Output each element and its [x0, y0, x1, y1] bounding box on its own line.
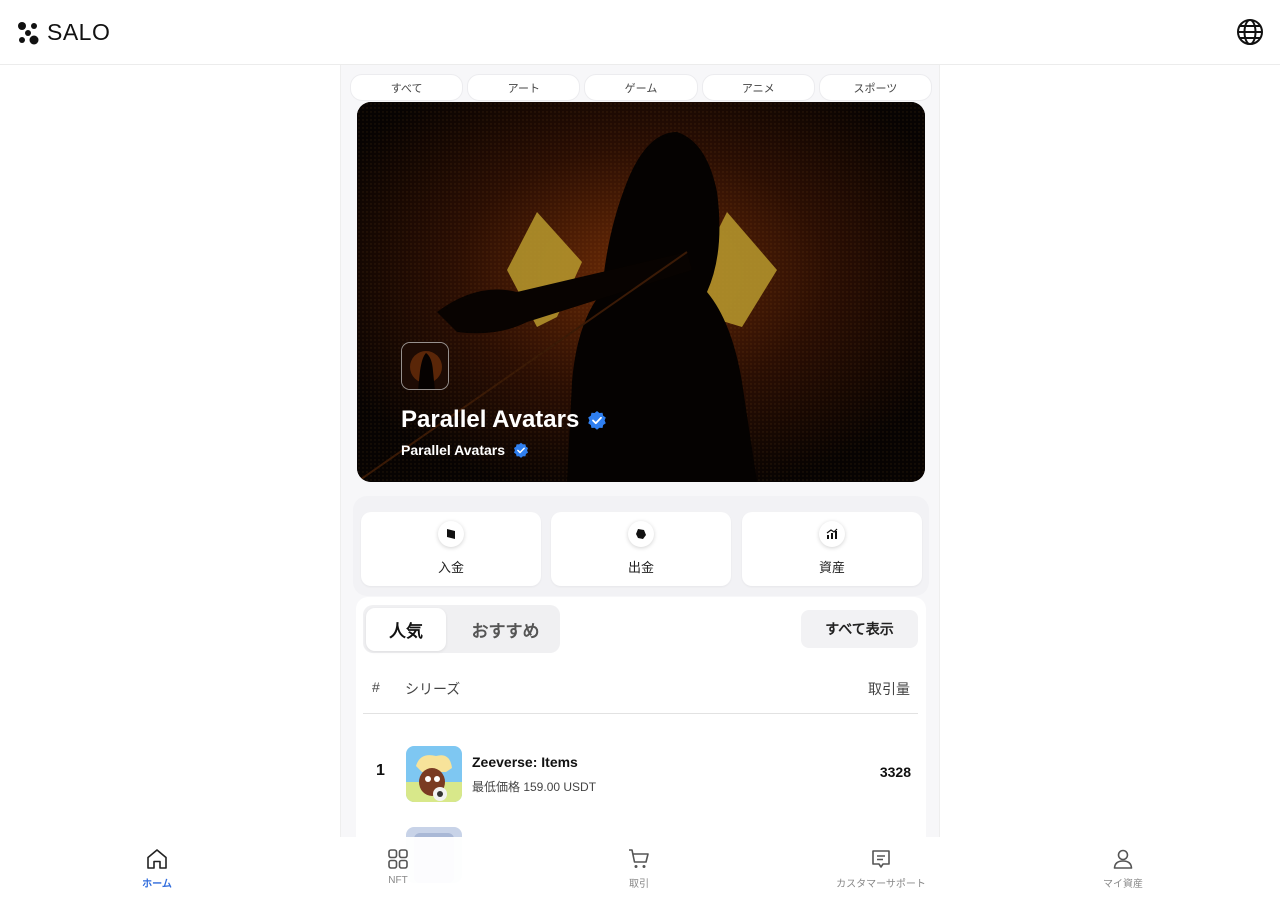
withdraw-label: 出金	[627, 560, 654, 575]
header-divider	[363, 713, 918, 714]
cart-icon	[629, 849, 649, 868]
deposit-icon	[438, 521, 464, 547]
deposit-label: 入金	[437, 560, 464, 575]
category-tab-art[interactable]: アート	[467, 74, 581, 101]
globe-icon[interactable]	[1235, 17, 1265, 47]
bottom-navigation: ホーム NFT 取引 カスタマーサポート マイ資産	[0, 837, 1280, 900]
nav-home[interactable]: ホーム	[77, 847, 237, 892]
top-header: SALO	[0, 0, 1280, 65]
nav-support-label: カスタマーサポート	[836, 879, 926, 890]
assets-button[interactable]: 資産	[742, 512, 922, 586]
assets-chart-icon	[819, 521, 845, 547]
category-tab-game[interactable]: ゲーム	[584, 74, 698, 101]
ranking-row[interactable]: 1 Zeeverse: Items 最低価格 159.00 USDT 3328	[356, 742, 926, 802]
featured-banner[interactable]: Parallel Avatars Parallel Avatars	[357, 102, 925, 482]
nav-support[interactable]: カスタマーサポート	[801, 847, 961, 892]
nav-home-label: ホーム	[142, 879, 172, 890]
creator-verified-badge-icon	[513, 442, 529, 458]
salo-logo[interactable]: SALO	[17, 19, 110, 46]
zeeverse-thumbnail-image	[406, 746, 462, 802]
creator-name: Parallel Avatars	[401, 442, 506, 458]
nav-my-assets-label: マイ資産	[1103, 879, 1143, 890]
view-all-button[interactable]: すべて表示	[801, 610, 918, 648]
nav-trade[interactable]: 取引	[559, 847, 719, 892]
assets-label: 資産	[818, 560, 845, 575]
tab-popular[interactable]: 人気	[366, 608, 446, 651]
chat-icon	[872, 850, 890, 868]
column-header-volume: 取引量	[868, 681, 910, 697]
home-icon	[147, 849, 167, 869]
nav-trade-label: 取引	[629, 879, 649, 890]
category-tab-anime[interactable]: アニメ	[701, 74, 815, 101]
withdraw-icon	[628, 521, 654, 547]
quick-actions: 入金 出金 資産	[353, 496, 929, 596]
collection-avatar[interactable]	[401, 342, 449, 390]
nav-nft-label: NFT	[388, 875, 408, 886]
row-thumbnail	[406, 746, 462, 802]
row-floor-price: 最低価格 159.00 USDT	[472, 780, 597, 794]
nav-nft[interactable]: NFT	[318, 847, 478, 892]
column-header-rank: #	[372, 679, 380, 695]
row-volume: 3328	[879, 764, 911, 780]
collection-avatar-image	[402, 343, 448, 389]
category-tab-sports[interactable]: スポーツ	[818, 74, 933, 101]
row-rank: 1	[376, 762, 385, 779]
row-series-name: Zeeverse: Items	[472, 754, 578, 770]
verified-badge-icon	[588, 411, 607, 430]
salo-logo-icon	[18, 21, 39, 44]
ranking-tab-switch: 人気 おすすめ	[363, 605, 560, 653]
collection-title: Parallel Avatars	[401, 406, 580, 433]
deposit-button[interactable]: 入金	[361, 512, 541, 586]
grid-icon	[388, 849, 408, 869]
main-column: すべて アート ゲーム アニメ スポーツ Parallel Avatars Pa…	[340, 65, 940, 917]
banner-title-row: Parallel Avatars	[401, 406, 607, 434]
category-tab-all[interactable]: すべて	[350, 74, 464, 101]
banner-creator-row[interactable]: Parallel Avatars	[401, 442, 529, 458]
withdraw-button[interactable]: 出金	[551, 512, 731, 586]
column-header-series: シリーズ	[405, 681, 461, 697]
logo-text: SALO	[47, 19, 111, 45]
tab-recommended[interactable]: おすすめ	[453, 608, 558, 651]
user-icon	[1113, 849, 1133, 869]
category-tabs: すべて アート ゲーム アニメ スポーツ	[350, 74, 933, 102]
nav-my-assets[interactable]: マイ資産	[1043, 847, 1203, 892]
